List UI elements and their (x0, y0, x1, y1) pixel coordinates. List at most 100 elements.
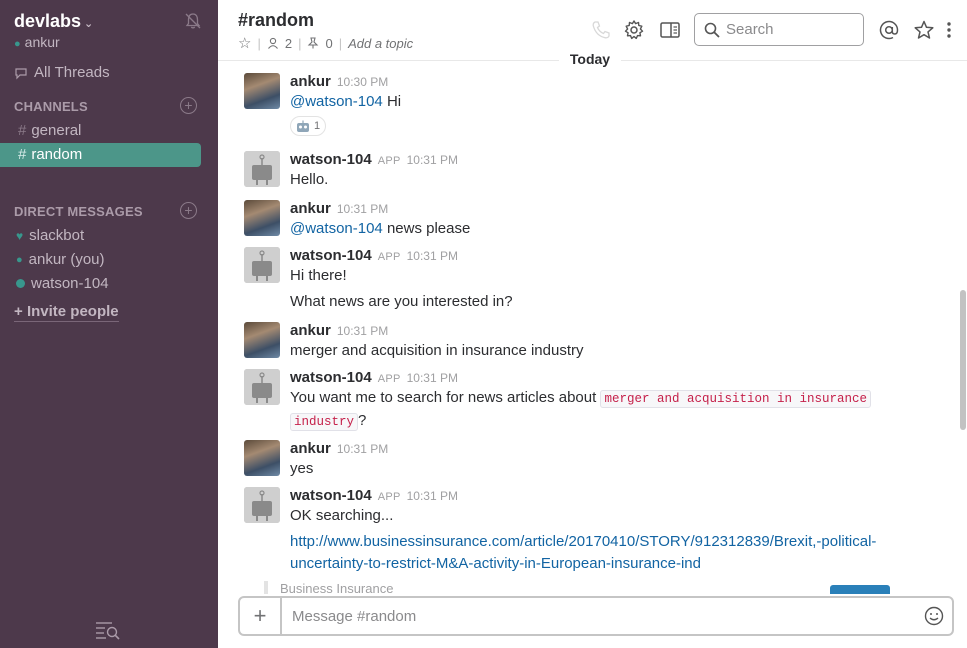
sidebar-item-general[interactable]: # general (0, 119, 201, 143)
divider: | (257, 35, 261, 51)
message-time[interactable]: 10:31 PM (407, 371, 458, 385)
link-attachment[interactable]: Business Insurance (264, 581, 864, 594)
message-time[interactable]: 10:31 PM (407, 249, 458, 263)
pins-count[interactable]: 0 (325, 36, 332, 51)
dm-label: watson-104 (31, 275, 109, 292)
message-time[interactable]: 10:31 PM (337, 442, 388, 456)
team-menu[interactable]: devlabs ⌄ (14, 11, 93, 32)
avatar[interactable] (244, 200, 280, 236)
message-author[interactable]: ankur (290, 73, 331, 90)
message-author[interactable]: watson-104 (290, 151, 372, 168)
message-text: You want me to search for news articles … (290, 389, 601, 406)
message-author[interactable]: watson-104 (290, 247, 372, 264)
message-author[interactable]: ankur (290, 200, 331, 217)
message-time[interactable]: 10:30 PM (337, 75, 388, 89)
sidebar-item-slackbot[interactable]: ♥ slackbot (16, 227, 84, 244)
message-list[interactable]: ankur 10:30 PM @watson-104 Hi 1 watson-1… (218, 61, 967, 594)
bot-avatar[interactable] (244, 487, 280, 523)
emoji-picker-button[interactable] (916, 598, 952, 634)
hash-icon: # (18, 122, 27, 139)
notification-bell-icon[interactable] (184, 12, 202, 30)
search-input[interactable]: Search (694, 13, 864, 46)
invite-people-link[interactable]: + Invite people (14, 303, 119, 322)
message-author[interactable]: watson-104 (290, 369, 372, 386)
pin-icon[interactable] (307, 37, 319, 49)
reaction[interactable]: 1 (290, 116, 327, 136)
scrollbar[interactable] (960, 290, 966, 430)
starred-items-icon[interactable] (913, 19, 935, 41)
message-text: merger and acquisition in insurance indu… (290, 342, 584, 359)
all-threads-link[interactable]: All Threads (14, 64, 110, 81)
attach-plus-button[interactable]: + (240, 598, 282, 634)
article-link[interactable]: http://www.businessinsurance.com/article… (290, 531, 930, 553)
quick-switcher-icon[interactable] (95, 620, 121, 640)
sidebar-item-watson-104[interactable]: watson-104 (16, 275, 109, 292)
message-time[interactable]: 10:31 PM (407, 489, 458, 503)
star-outline-icon[interactable]: ☆ (238, 34, 251, 52)
attachment-thumbnail[interactable] (830, 585, 890, 594)
bot-avatar[interactable] (244, 151, 280, 187)
app-badge: APP (377, 251, 401, 263)
details-pane-icon[interactable] (659, 19, 681, 41)
app-badge: APP (377, 155, 401, 167)
sidebar: devlabs ⌄ ● ankur All Threads CHANNELS + #… (0, 0, 218, 648)
user-mention[interactable]: @watson-104 (290, 220, 383, 237)
article-link-continued[interactable]: uncertainty-to-restrict-M&A-activity-in-… (290, 553, 930, 575)
team-name: devlabs (14, 11, 82, 31)
user-mention[interactable]: @watson-104 (290, 93, 383, 110)
avatar[interactable] (244, 322, 280, 358)
message-text: Hi (382, 93, 402, 110)
heart-icon: ♥ (16, 228, 24, 243)
add-channel-button[interactable]: + (180, 97, 197, 114)
sidebar-item-ankur[interactable]: ● ankur (you) (16, 251, 105, 268)
message-time[interactable]: 10:31 PM (337, 324, 388, 338)
message-composer: + (238, 596, 954, 636)
phone-icon[interactable] (590, 19, 612, 41)
message-time[interactable]: 10:31 PM (337, 202, 388, 216)
message-input[interactable] (282, 598, 916, 634)
members-count[interactable]: 2 (285, 36, 292, 51)
user-status[interactable]: ● ankur (14, 34, 60, 50)
slack-app: devlabs ⌄ ● ankur All Threads CHANNELS + #… (0, 0, 967, 648)
avatar[interactable] (244, 73, 280, 109)
channel-label: random (31, 146, 83, 163)
message-text: What news are you interested in? (290, 293, 513, 310)
presence-icon: ● (16, 253, 23, 266)
message-time[interactable]: 10:31 PM (407, 153, 458, 167)
avatar[interactable] (244, 440, 280, 476)
message-author[interactable]: watson-104 (290, 487, 372, 504)
dm-label: slackbot (29, 227, 85, 244)
add-dm-button[interactable]: + (180, 202, 197, 219)
presence-dot (16, 279, 25, 288)
channel-title[interactable]: #random (238, 10, 314, 31)
all-threads-label: All Threads (34, 64, 110, 81)
presence-icon: ● (14, 38, 21, 50)
more-options-icon[interactable] (942, 19, 956, 41)
bot-avatar[interactable] (244, 369, 280, 405)
inline-code: merger and acquisition in insurance (600, 390, 871, 408)
add-topic-link[interactable]: Add a topic (348, 36, 413, 51)
message-author[interactable]: ankur (290, 440, 331, 457)
hash-icon: # (18, 146, 27, 163)
channel-label: general (31, 122, 82, 139)
message-text: OK searching... (290, 507, 394, 524)
mentions-icon[interactable] (878, 19, 900, 41)
robot-icon (244, 487, 280, 523)
bot-avatar[interactable] (244, 247, 280, 283)
robot-emoji-icon (297, 120, 309, 132)
reaction-count: 1 (314, 120, 321, 132)
dm-label: ankur (you) (28, 251, 105, 268)
members-icon[interactable] (267, 37, 279, 49)
dm-heading[interactable]: DIRECT MESSAGES (14, 204, 143, 219)
divider: | (298, 35, 302, 51)
message-author[interactable]: ankur (290, 322, 331, 339)
sidebar-item-random[interactable]: # random (0, 143, 201, 167)
channels-heading[interactable]: CHANNELS (14, 99, 88, 114)
robot-icon (244, 369, 280, 405)
gear-icon[interactable] (623, 19, 645, 41)
robot-icon (244, 247, 280, 283)
search-icon (704, 22, 720, 38)
attachment-source: Business Insurance (280, 581, 394, 594)
message-text: Hi there! (290, 267, 347, 284)
channel-meta: ☆ | 2 | 0 | Add a topic (238, 34, 413, 52)
